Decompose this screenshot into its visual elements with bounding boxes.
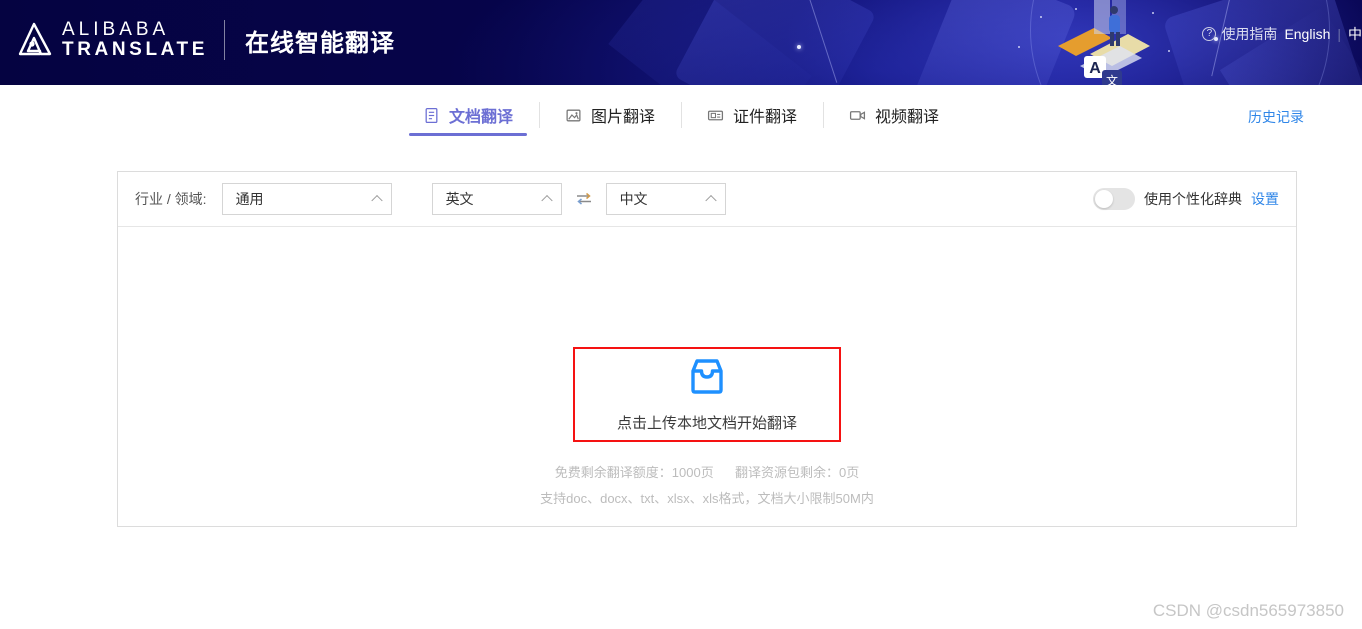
supported-formats-text: 支持doc、docx、txt、xlsx、xls格式，文档大小限制50M内 — [540, 491, 874, 506]
tab-document-translation[interactable]: 文档翻译 — [397, 93, 539, 137]
quota-text: 免费剩余翻译额度：1000页 翻译资源包剩余：0页 — [555, 462, 859, 481]
history-link[interactable]: 历史记录 — [1248, 107, 1304, 127]
id-card-icon — [707, 110, 724, 120]
personal-dictionary-toggle[interactable] — [1093, 188, 1135, 210]
quota-free: 免费剩余翻译额度：1000页 — [554, 465, 714, 480]
translation-panel: 行业 / 领域: 通用 英文 中文 使用个性化辞典 设置 点击上传本地文档开始翻… — [117, 171, 1297, 527]
target-language-select[interactable]: 中文 — [605, 183, 726, 215]
dictionary-label: 使用个性化辞典 — [1144, 191, 1242, 207]
language-separator: | — [1337, 26, 1341, 42]
brand-line-1: ALIBABA — [62, 18, 170, 40]
header-nav: ? 使用指南 English | 中 — [1202, 24, 1362, 44]
svg-text:A: A — [1089, 60, 1101, 77]
tab-video-translation[interactable]: 视频翻译 — [823, 93, 965, 137]
page-header: A 文 ALIBABA TRANSLATE 在线智能翻译 ? 使用指南 Engl… — [0, 0, 1362, 85]
chevron-up-icon — [370, 194, 383, 207]
brand-logo[interactable]: ALIBABA TRANSLATE 在线智能翻译 — [10, 14, 395, 66]
brand-wordmark: ALIBABA TRANSLATE — [62, 18, 209, 60]
tab-list: 文档翻译 图片翻译 证件翻译 视频翻译 — [397, 93, 965, 137]
image-icon — [566, 109, 581, 121]
tab-certificate-translation[interactable]: 证件翻译 — [681, 93, 823, 137]
brand-divider — [224, 20, 226, 60]
upload-cta-text: 点击上传本地文档开始翻译 — [616, 415, 797, 432]
document-icon — [425, 107, 438, 123]
domain-label: 行业 / 领域: — [135, 191, 207, 207]
header-deco-star — [1040, 16, 1042, 18]
alibaba-logo-icon — [18, 22, 52, 56]
target-language-value: 中文 — [619, 191, 648, 207]
chevron-up-icon — [704, 194, 717, 207]
header-deco-star — [1018, 46, 1020, 48]
video-camera-icon — [849, 110, 866, 120]
brand-subtitle-cn: 在线智能翻译 — [245, 29, 396, 57]
tab-label: 图片翻译 — [590, 109, 655, 126]
swap-horizontal-icon[interactable] — [575, 190, 593, 208]
settings-link[interactable]: 设置 — [1251, 189, 1279, 209]
source-language-select[interactable]: 英文 — [431, 183, 562, 215]
watermark: CSDN @csdn565973850 — [1152, 601, 1344, 620]
file-drop-area[interactable]: 点击上传本地文档开始翻译 免费剩余翻译额度：1000页 翻译资源包剩余：0页 支… — [118, 227, 1296, 526]
brand-line-2: TRANSLATE — [62, 39, 209, 60]
tab-label: 视频翻译 — [875, 109, 940, 126]
tab-label: 文档翻译 — [448, 109, 513, 126]
tab-image-translation[interactable]: 图片翻译 — [538, 93, 681, 137]
source-language-value: 英文 — [445, 191, 474, 207]
toggle-knob — [1095, 190, 1113, 208]
svg-text:文: 文 — [1106, 73, 1118, 85]
domain-select[interactable]: 通用 — [221, 183, 392, 215]
translation-illustration: A 文 — [1058, 0, 1150, 85]
panel-toolbar: 行业 / 领域: 通用 英文 中文 使用个性化辞典 设置 — [118, 172, 1296, 227]
tab-bar: 文档翻译 图片翻译 证件翻译 视频翻译 历史记录 — [0, 85, 1362, 145]
language-chinese[interactable]: 中 — [1348, 24, 1362, 44]
language-english[interactable]: English — [1284, 26, 1330, 42]
inbox-tray-icon — [691, 359, 723, 394]
user-guide-label: 使用指南 — [1221, 26, 1278, 42]
upload-button[interactable]: 点击上传本地文档开始翻译 — [573, 347, 841, 442]
user-guide-link[interactable]: ? 使用指南 — [1202, 24, 1277, 44]
question-circle-icon: ? — [1202, 27, 1217, 41]
tab-label: 证件翻译 — [733, 109, 798, 126]
quota-package: 翻译资源包剩余：0页 — [734, 465, 860, 480]
header-deco-dot — [797, 45, 801, 49]
header-deco-star — [1168, 50, 1170, 52]
dictionary-controls: 使用个性化辞典 设置 — [1093, 188, 1279, 210]
chevron-up-icon — [540, 194, 553, 207]
domain-select-value: 通用 — [235, 191, 264, 207]
